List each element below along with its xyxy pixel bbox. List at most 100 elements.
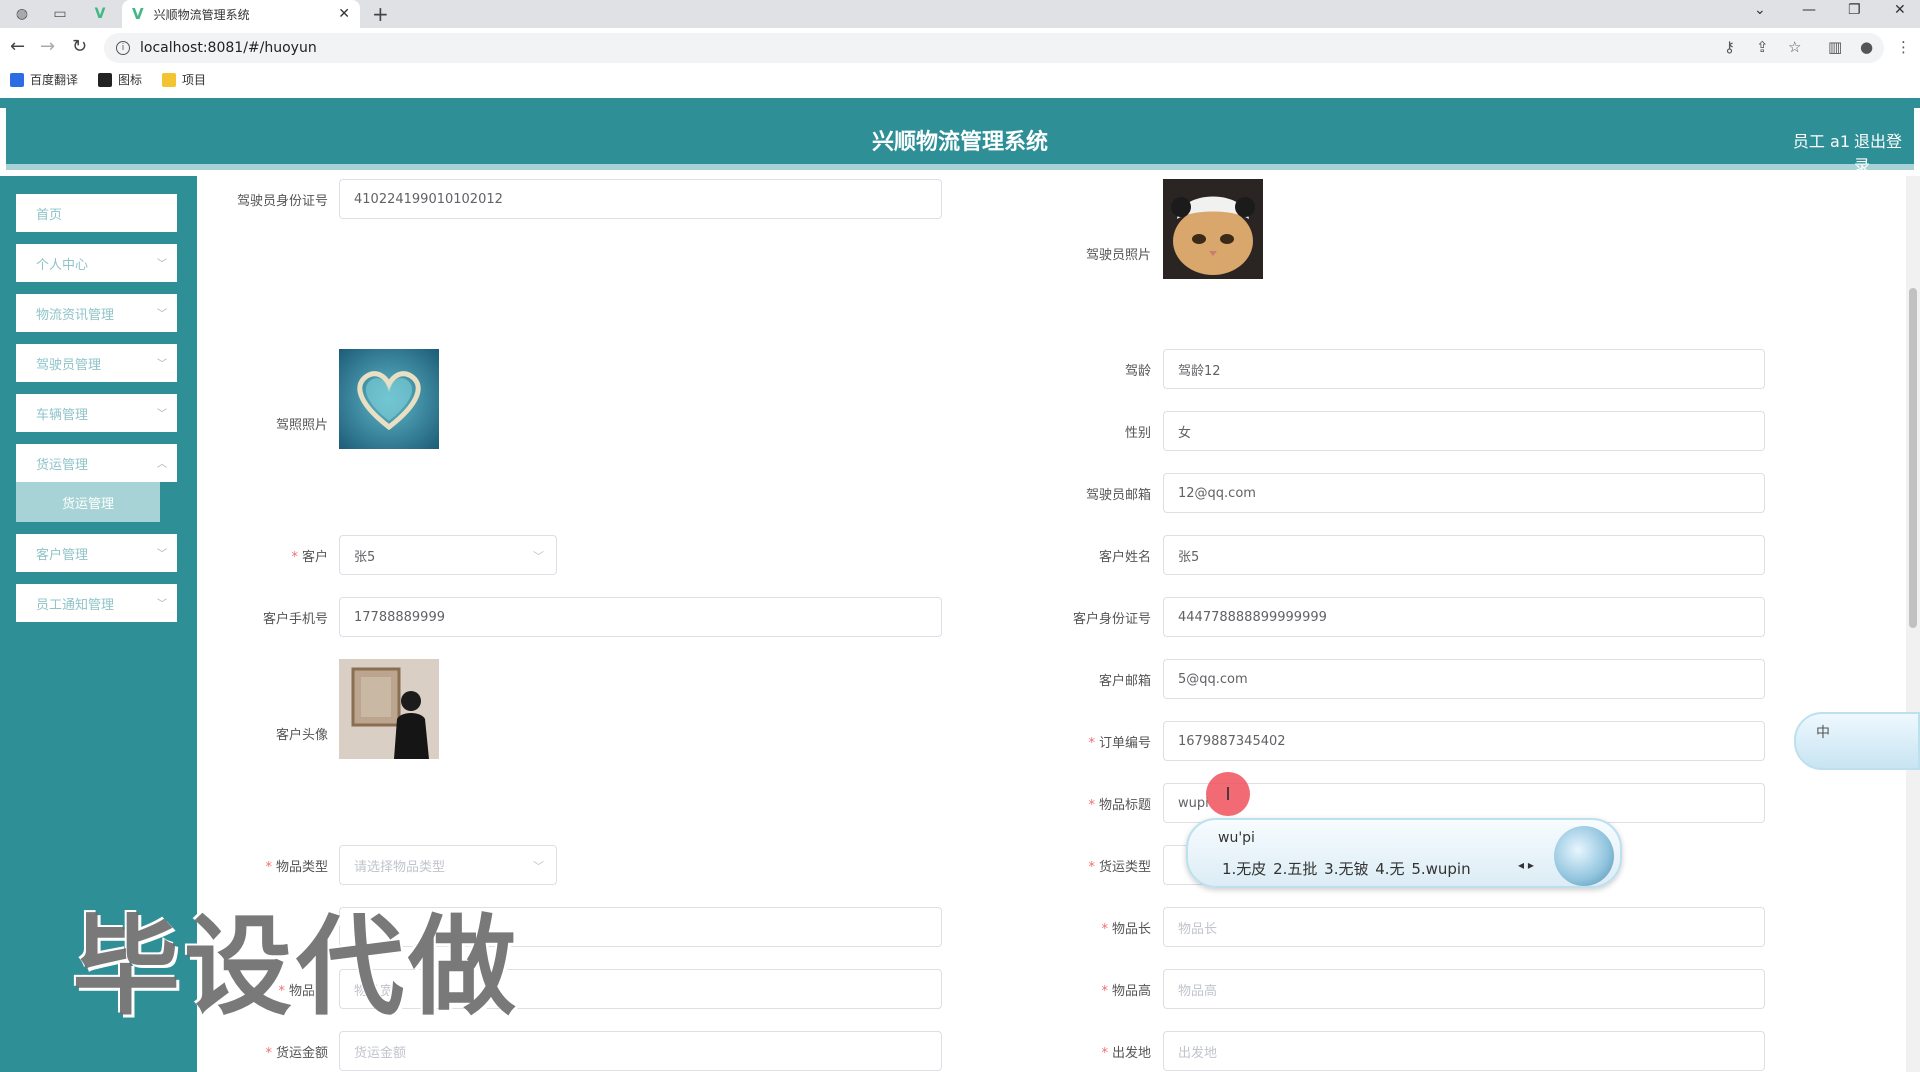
- sidebar-item-vehicles[interactable]: 车辆管理 ﹀: [16, 394, 177, 432]
- customer-select[interactable]: 张5 ﹀: [339, 535, 557, 575]
- field-label: 客户手机号: [262, 612, 328, 627]
- sidebar-item-label: 首页: [36, 207, 63, 223]
- chevron-down-icon: ﹀: [157, 599, 167, 610]
- vue-logo-icon: V: [132, 5, 144, 23]
- restore-icon[interactable]: ❐: [1848, 2, 1861, 18]
- ime-candidate-window: wu'pi 1.无皮 2.五批 3.无铍 4.无 5.wupin ◂ ▸: [1186, 818, 1622, 888]
- forward-icon[interactable]: →: [40, 36, 55, 57]
- back-icon[interactable]: ←: [10, 36, 25, 57]
- sidebar-item-profile[interactable]: 个人中心 ﹀: [16, 244, 177, 282]
- sidebar-subitem-freight[interactable]: 货运管理: [16, 482, 160, 522]
- field-label: 驾龄: [1124, 364, 1151, 379]
- translate-icon: [10, 72, 24, 87]
- sidebar-item-home[interactable]: 首页: [16, 194, 177, 232]
- profile-icon[interactable]: ●: [1860, 38, 1873, 56]
- driver-photo[interactable]: [1163, 179, 1263, 279]
- sidebar-item-drivers[interactable]: 驾驶员管理 ﹀: [16, 344, 177, 382]
- key-icon[interactable]: ⚷: [1724, 38, 1735, 56]
- chevron-up-icon: ︿: [157, 459, 167, 470]
- item-title-input[interactable]: wupi: [1163, 783, 1765, 823]
- sidebar-item-label: 员工通知管理: [36, 597, 115, 613]
- reload-icon[interactable]: ↻: [72, 36, 87, 57]
- chevron-down-icon: ﹀: [533, 860, 544, 873]
- chevron-down-icon: ﹀: [157, 549, 167, 560]
- app-title: 兴顺物流管理系统: [871, 130, 1048, 155]
- vue-tab-icon[interactable]: V: [88, 4, 112, 24]
- bookmark-item[interactable]: 图标: [98, 71, 142, 88]
- field-label: * 物品标题: [1088, 798, 1151, 813]
- browser-tab-strip: ◍ ▭ V V 兴顺物流管理系统 ✕ + ⌄ — ❐ ✕: [0, 0, 1920, 28]
- scrollbar[interactable]: [1906, 176, 1920, 1072]
- sidebar-item-news[interactable]: 物流资讯管理 ﹀: [16, 294, 177, 332]
- sidebar-item-label: 物流资讯管理: [36, 307, 115, 323]
- field-label: * 货运金额: [265, 1046, 328, 1061]
- browser-toolbar: ← → ↻ i localhost:8081/#/huoyun ⚷ ⇪ ☆ ▥ …: [0, 28, 1920, 68]
- close-tab-icon[interactable]: ✕: [338, 6, 350, 22]
- field-label: * 出发地: [1101, 1046, 1151, 1061]
- sidebar-item-customers[interactable]: 客户管理 ﹀: [16, 534, 177, 572]
- ime-status-widget[interactable]: 中: [1794, 712, 1920, 770]
- driver-email-input[interactable]: 12@qq.com: [1163, 473, 1765, 513]
- address-bar[interactable]: i localhost:8081/#/huoyun: [104, 33, 1884, 63]
- logout-button[interactable]: 退出登录: [1854, 128, 1914, 176]
- star-icon[interactable]: ☆: [1788, 38, 1801, 56]
- menu-icon[interactable]: ⋮: [1896, 38, 1911, 56]
- chevron-down-icon: ﹀: [157, 259, 167, 270]
- text-cursor-icon: I: [1206, 772, 1250, 816]
- scroll-thumb[interactable]: [1909, 288, 1917, 628]
- watermark-text: 毕设代做: [72, 905, 521, 1030]
- item-height-input[interactable]: 物品高: [1163, 969, 1765, 1009]
- driving-age-input[interactable]: 驾龄12: [1163, 349, 1765, 389]
- ime-candidates[interactable]: 1.无皮 2.五批 3.无铍 4.无 5.wupin: [1222, 858, 1471, 879]
- customer-phone-input[interactable]: 17788889999: [339, 597, 942, 637]
- field-label: 客户姓名: [1098, 550, 1151, 565]
- chevron-down-icon: ﹀: [157, 359, 167, 370]
- app-header: 兴顺物流管理系统 员工 a1 退出登录: [6, 108, 1914, 175]
- tab-search-icon[interactable]: ⌄: [1754, 2, 1766, 18]
- folder-icon: [162, 72, 176, 87]
- sidebar-item-freight[interactable]: 货运管理 ︿: [16, 444, 177, 482]
- field-label: * 货运类型: [1088, 860, 1151, 875]
- field-label: 驾照照片: [275, 418, 328, 433]
- ime-composition: wu'pi: [1218, 830, 1255, 846]
- image-icon: [98, 72, 112, 87]
- bookmark-item[interactable]: 项目: [162, 71, 206, 88]
- ime-page-arrows-icon[interactable]: ◂ ▸: [1518, 858, 1534, 872]
- window-close-icon[interactable]: ✕: [1894, 2, 1906, 18]
- bookmark-label: 图标: [118, 73, 143, 87]
- sidebar-item-label: 车辆管理: [36, 407, 89, 423]
- field-label: 驾驶员邮箱: [1085, 488, 1151, 503]
- order-number-input[interactable]: 1679887345402: [1163, 721, 1765, 761]
- customer-id-input[interactable]: 444778888899999999: [1163, 597, 1765, 637]
- tab-title: 兴顺物流管理系统: [153, 7, 250, 22]
- field-label: 驾驶员身份证号: [236, 194, 328, 209]
- share-icon[interactable]: ⇪: [1756, 38, 1769, 56]
- placeholder: 请选择物品类型: [354, 859, 446, 875]
- freight-amount-input[interactable]: 货运金额: [339, 1031, 942, 1071]
- customer-name-input[interactable]: 张5: [1163, 535, 1765, 575]
- globe-icon[interactable]: ◍: [10, 4, 34, 24]
- sidepanel-icon[interactable]: ▥: [1828, 38, 1842, 56]
- field-label: * 物品高: [1101, 984, 1151, 999]
- gender-input[interactable]: 女: [1163, 411, 1765, 451]
- sidebar-item-notices[interactable]: 员工通知管理 ﹀: [16, 584, 177, 622]
- ime-mode-label: 中: [1816, 725, 1830, 741]
- pinned-tab[interactable]: ▭: [48, 4, 72, 24]
- sidebar-item-label: 货运管理: [36, 457, 89, 473]
- sidebar-item-label: 个人中心: [36, 257, 89, 273]
- ime-logo-icon: [1554, 826, 1614, 886]
- field-label: * 物品类型: [265, 860, 328, 875]
- bookmark-item[interactable]: 百度翻译: [10, 71, 78, 88]
- driver-id-input[interactable]: 410224199010102012: [339, 179, 942, 219]
- active-tab[interactable]: V 兴顺物流管理系统 ✕: [122, 0, 360, 28]
- item-type-select[interactable]: 请选择物品类型 ﹀: [339, 845, 557, 885]
- new-tab-button[interactable]: +: [372, 2, 389, 26]
- origin-input[interactable]: 出发地: [1163, 1031, 1765, 1071]
- customer-avatar[interactable]: [339, 659, 439, 759]
- item-length-input[interactable]: 物品长: [1163, 907, 1765, 947]
- license-photo[interactable]: [339, 349, 439, 449]
- field-label: 客户邮箱: [1098, 674, 1151, 689]
- site-info-icon[interactable]: i: [116, 41, 130, 55]
- customer-email-input[interactable]: 5@qq.com: [1163, 659, 1765, 699]
- minimize-icon[interactable]: —: [1802, 2, 1816, 18]
